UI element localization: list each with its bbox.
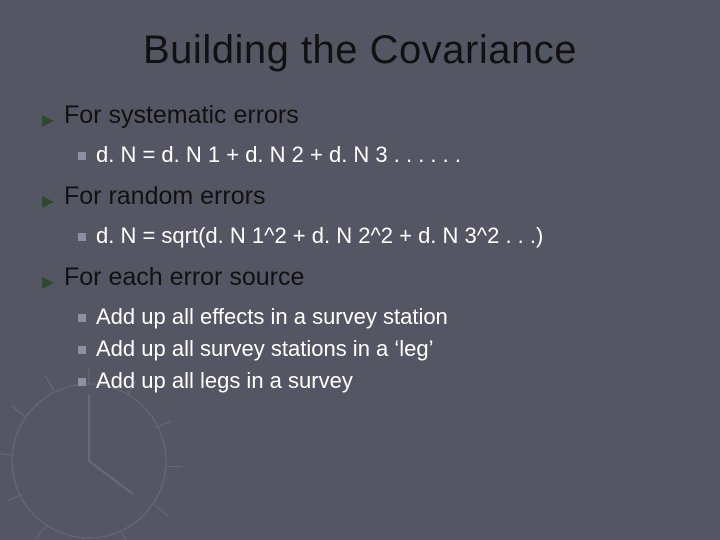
bullet-text: For random errors bbox=[64, 182, 265, 211]
bullet-text: d. N = d. N 1 + d. N 2 + d. N 3 . . . . … bbox=[96, 142, 461, 168]
bullet-level2: Add up all legs in a survey bbox=[78, 368, 680, 394]
square-icon bbox=[78, 314, 86, 322]
bullet-level2: d. N = d. N 1 + d. N 2 + d. N 3 . . . . … bbox=[78, 142, 680, 168]
triangle-icon bbox=[40, 107, 56, 136]
bullet-level2: Add up all effects in a survey station bbox=[78, 304, 680, 330]
square-icon bbox=[78, 233, 86, 241]
bullet-text: d. N = sqrt(d. N 1^2 + d. N 2^2 + d. N 3… bbox=[96, 223, 543, 249]
bullet-text: For each error source bbox=[64, 263, 304, 292]
square-icon bbox=[78, 346, 86, 354]
bullet-text: Add up all legs in a survey bbox=[96, 368, 353, 394]
bullet-level2: Add up all survey stations in a ‘leg’ bbox=[78, 336, 680, 362]
bullet-level2: d. N = sqrt(d. N 1^2 + d. N 2^2 + d. N 3… bbox=[78, 223, 680, 249]
triangle-icon bbox=[40, 188, 56, 217]
slide-title: Building the Covariance bbox=[40, 28, 680, 73]
bullet-level1: For random errors bbox=[40, 182, 680, 217]
slide: Building the Covariance For systematic e… bbox=[0, 0, 720, 540]
square-icon bbox=[78, 152, 86, 160]
bullet-level1: For systematic errors bbox=[40, 101, 680, 136]
bullet-level1: For each error source bbox=[40, 263, 680, 298]
square-icon bbox=[78, 378, 86, 386]
triangle-icon bbox=[40, 269, 56, 298]
bullet-text: Add up all effects in a survey station bbox=[96, 304, 448, 330]
bullet-text: For systematic errors bbox=[64, 101, 299, 130]
bullet-text: Add up all survey stations in a ‘leg’ bbox=[96, 336, 434, 362]
